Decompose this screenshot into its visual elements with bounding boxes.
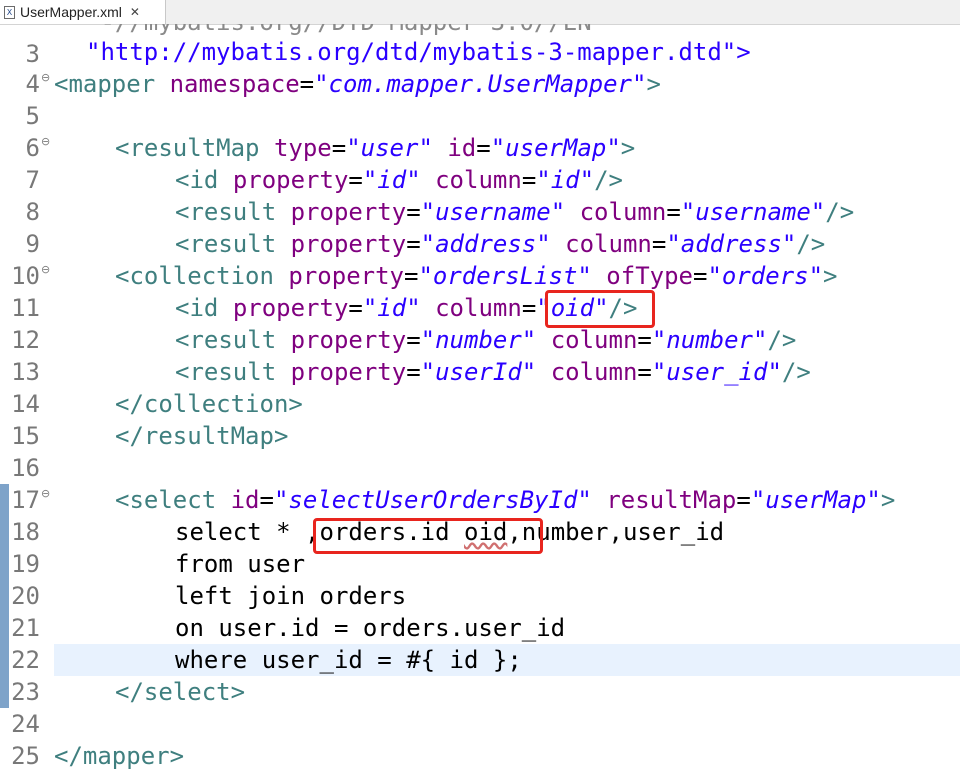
- code-line-24: 24 </select>: [11, 678, 246, 738]
- code-line-11: 11 ⊖ <collection property="ordersList" o…: [11, 262, 838, 322]
- code-line-14: 14 <result property="userId" column="use…: [11, 358, 811, 418]
- code-line-22: 22 on user.id = orders.user_id: [11, 614, 566, 674]
- code-line-23-text: 23 where user_id = #{ id };: [11, 646, 522, 706]
- tab-label: UserMapper.xml: [20, 4, 122, 20]
- editor-tab-bar: X UserMapper.xml ✕: [0, 0, 960, 25]
- code-editor[interactable]: 3 "-//mybatis.org//DTD Mapper 3.0//EN" 4…: [0, 24, 960, 776]
- xml-file-icon: X: [4, 5, 15, 19]
- code-line-21: 21 left join orders: [11, 582, 407, 642]
- code-line-25: 25: [11, 742, 40, 770]
- code-line-17: 17: [11, 486, 40, 514]
- code-line-6: 6: [25, 134, 40, 162]
- close-icon[interactable]: ✕: [130, 5, 140, 19]
- fold-toggle-icon[interactable]: ⊖: [41, 72, 50, 84]
- code-line-4: 4 "http://mybatis.org/dtd/mybatis-3-mapp…: [25, 38, 751, 98]
- code-line-18: 18 ⊖ <select id="selectUserOrdersById" r…: [11, 486, 896, 546]
- code-line-8: 8 <id property="id" column="id"/>: [25, 166, 623, 226]
- code-line-7: 7 ⊖ <resultMap type="user" id="userMap">: [25, 134, 636, 194]
- fold-toggle-icon[interactable]: ⊖: [41, 488, 50, 500]
- code-line-15: 15 </collection>: [11, 390, 303, 450]
- code-line-26: 26 </mapper>: [11, 742, 185, 776]
- code-line-9: 9 <result property="username" column="us…: [25, 198, 855, 258]
- tab-usermapper-xml[interactable]: X UserMapper.xml ✕: [0, 0, 166, 24]
- code-line-10: 10 <result property="address" column="ad…: [11, 230, 826, 290]
- fold-toggle-icon[interactable]: ⊖: [41, 264, 50, 276]
- code-line-12: 12 <id property="id" column="oid"/>: [11, 294, 638, 354]
- code-line-16: 16 </resultMap>: [11, 422, 289, 482]
- code-line-5: 5 ⊖ <mapper namespace="com.mapper.UserMa…: [25, 70, 661, 130]
- code-line-20: 20 from user: [11, 550, 306, 610]
- fold-toggle-icon[interactable]: ⊖: [41, 136, 50, 148]
- code-line-19: 19 select * ,orders.id oid,number,user_i…: [11, 518, 725, 578]
- code-line-13: 13 <result property="number" column="num…: [11, 326, 797, 386]
